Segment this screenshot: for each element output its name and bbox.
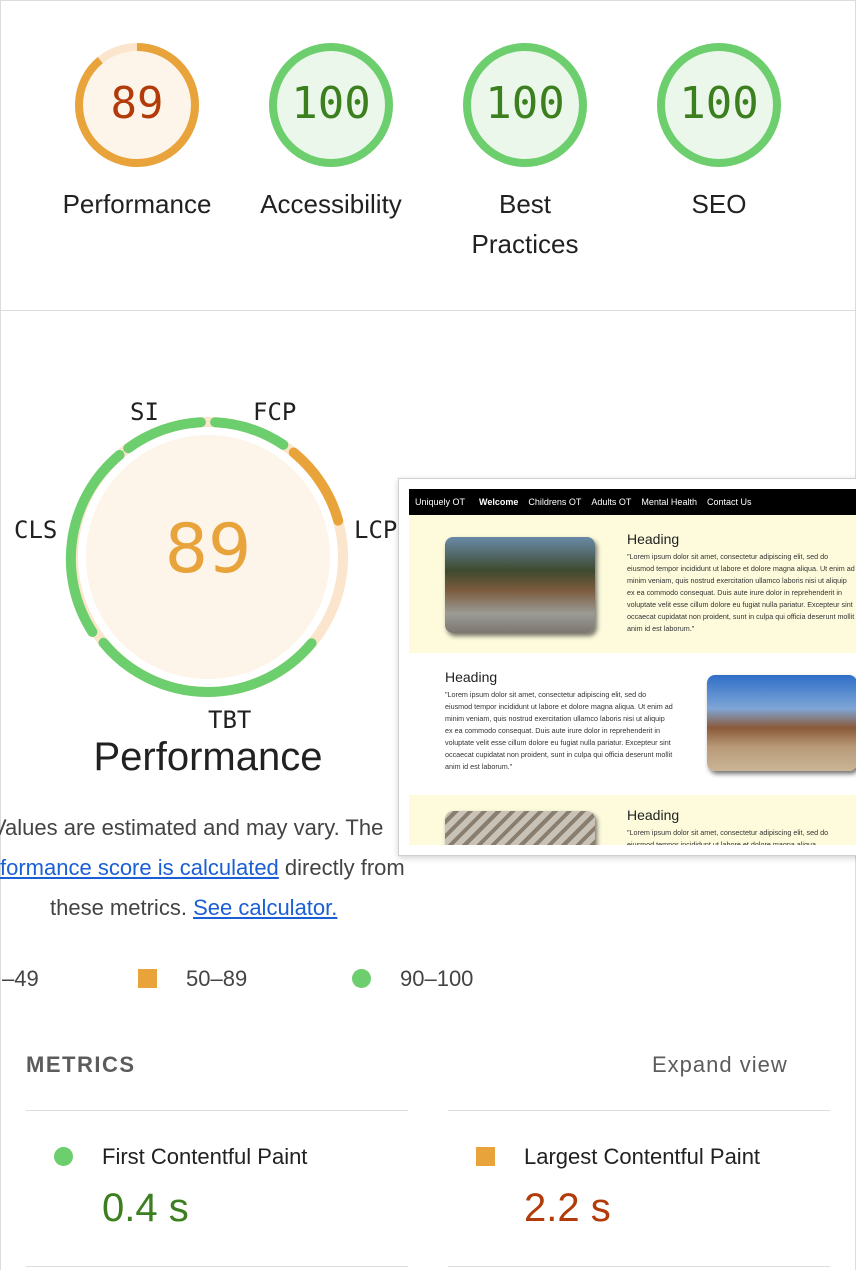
pass-circle-icon [352, 969, 371, 988]
thumb-navbar: Uniquely OT Welcome Childrens OT Adults … [409, 489, 856, 515]
pass-circle-icon [54, 1147, 73, 1166]
average-square-icon [476, 1147, 495, 1166]
segment-label-fcp: FCP [253, 398, 297, 426]
thumb-image-1 [445, 537, 595, 633]
thumb-paragraph-2: "Lorem ipsum dolor sit amet, consectetur… [445, 690, 673, 771]
thumb-heading-1: Heading [627, 531, 680, 547]
thumb-nav-mental-health: Mental Health [641, 497, 697, 507]
estimate-note-line3-text: these metrics. [50, 895, 187, 920]
metrics-heading: METRICS [26, 1052, 136, 1077]
estimate-note-line3: these metrics. See calculator. [50, 895, 337, 921]
metrics-rule-bottom-right [448, 1266, 830, 1267]
thumb-section-2: Heading "Lorem ipsum dolor sit amet, con… [409, 653, 856, 795]
metrics-rule-right [448, 1110, 830, 1111]
thumb-heading-3: Heading [627, 807, 680, 823]
expand-view-toggle[interactable]: Expand view [652, 1052, 788, 1078]
gauge-best-practices[interactable]: 100 Best Practices [435, 40, 615, 264]
see-calculator-link[interactable]: See calculator. [193, 895, 337, 920]
metric-lcp-label: Largest Contentful Paint [524, 1144, 761, 1169]
page-screenshot: Uniquely OT Welcome Childrens OT Adults … [409, 489, 856, 845]
performance-score: 89 [164, 510, 252, 589]
gauge-accessibility-value: 100 [291, 78, 371, 129]
thumb-image-3 [445, 811, 595, 845]
gauge-seo-value: 100 [679, 78, 759, 129]
score-calculation-link[interactable]: formance score is calculated [0, 855, 279, 880]
segment-label-si: SI [130, 398, 159, 426]
segment-label-lcp: LCP [354, 516, 398, 544]
legend-fail-label: –49 [2, 966, 39, 991]
thumb-section-1: Heading "Lorem ipsum dolor sit amet, con… [409, 515, 856, 653]
estimate-note-line2: formance score is calculated directly fr… [0, 855, 405, 881]
performance-gauge: 89 SI FCP LCP CLS TBT Performance [0, 390, 420, 780]
metric-fcp-label: First Contentful Paint [102, 1144, 308, 1169]
thumb-paragraph-3: "Lorem ipsum dolor sit amet, consectetur… [627, 828, 829, 845]
thumb-heading-2: Heading [445, 669, 498, 685]
gauge-performance-value: 89 [110, 78, 164, 129]
gauge-best-practices-value: 100 [485, 78, 565, 129]
legend-pass-label: 90–100 [400, 966, 474, 991]
gauge-performance[interactable]: 89 Performance [47, 40, 227, 224]
gauge-seo-label: SEO [691, 189, 747, 219]
segment-label-cls: CLS [14, 516, 58, 544]
thumb-image-2 [707, 675, 856, 771]
gauge-performance-label: Performance [62, 189, 212, 219]
thumb-nav-contact: Contact Us [706, 497, 752, 507]
estimate-note-line2-text: directly from [278, 855, 405, 880]
segment-label-tbt: TBT [208, 706, 252, 734]
metric-lcp-value: 2.2 s [524, 1186, 611, 1230]
gauge-accessibility[interactable]: 100 Accessibility [241, 40, 421, 224]
section-divider [0, 310, 856, 311]
average-square-icon [138, 969, 157, 988]
top-border [0, 0, 856, 1]
page-screenshot-thumbnail[interactable]: Uniquely OT Welcome Childrens OT Adults … [398, 478, 856, 856]
thumb-section-3: Heading "Lorem ipsum dolor sit amet, con… [409, 795, 856, 845]
gauge-accessibility-label: Accessibility [260, 189, 402, 219]
estimate-note: Values are estimated and may vary. The [0, 815, 384, 840]
metrics-rule-left [26, 1110, 408, 1111]
thumb-brand: Uniquely OT [415, 497, 466, 507]
metrics-rule-bottom-left [26, 1266, 408, 1267]
gauge-seo[interactable]: 100 SEO [629, 40, 809, 224]
gauge-best-practices-label: Best Practices [471, 189, 579, 259]
thumb-paragraph-1: "Lorem ipsum dolor sit amet, consectetur… [627, 552, 855, 633]
thumb-nav-adults: Adults OT [591, 497, 632, 507]
performance-title: Performance [93, 735, 323, 779]
thumb-nav-welcome: Welcome [479, 497, 519, 507]
metric-fcp-value: 0.4 s [102, 1186, 189, 1230]
thumb-nav-childrens: Childrens OT [528, 497, 582, 507]
legend-average-label: 50–89 [186, 966, 248, 991]
